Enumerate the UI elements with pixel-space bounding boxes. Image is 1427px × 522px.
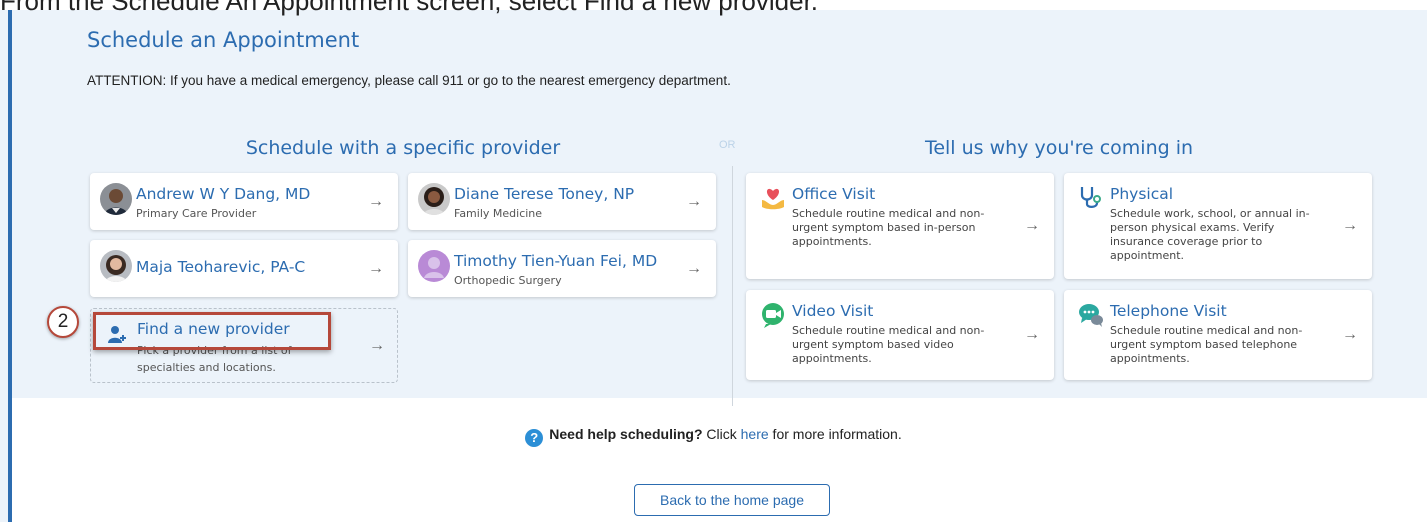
avatar — [100, 250, 132, 282]
arrow-right-icon: → — [368, 192, 384, 210]
video-camera-icon — [760, 302, 786, 328]
avatar — [100, 183, 132, 215]
provider-card-maja-teoharevic[interactable]: Maja Teoharevic, PA-C → — [90, 240, 398, 297]
provider-role: Orthopedic Surgery — [454, 274, 562, 287]
provider-card-andrew-dang[interactable]: Andrew W Y Dang, MD Primary Care Provide… — [90, 173, 398, 230]
arrow-right-icon: → — [1024, 326, 1040, 343]
visit-card-video[interactable]: Video Visit Schedule routine medical and… — [746, 290, 1054, 380]
visit-card-office[interactable]: Office Visit Schedule routine medical an… — [746, 173, 1054, 279]
stethoscope-icon — [1078, 185, 1104, 211]
provider-name: Andrew W Y Dang, MD — [136, 185, 311, 203]
find-new-provider-label: Find a new provider — [137, 320, 290, 338]
arrow-right-icon: → — [368, 259, 384, 277]
visit-description: Schedule routine medical and non-urgent … — [792, 207, 985, 249]
visit-description: Schedule work, school, or annual in-pers… — [1110, 207, 1310, 263]
provider-name: Timothy Tien-Yuan Fei, MD — [454, 252, 658, 270]
specific-provider-heading: Schedule with a specific provider — [245, 137, 561, 159]
arrow-right-icon: → — [369, 336, 385, 354]
arrow-right-icon: → — [1024, 217, 1040, 234]
help-text: Click — [702, 426, 741, 442]
provider-role: Primary Care Provider — [136, 207, 257, 220]
provider-name: Diane Terese Toney, NP — [454, 185, 635, 203]
or-label: OR — [719, 139, 736, 151]
visit-name: Office Visit — [792, 185, 876, 203]
find-new-provider-description: Pick a provider from a list of specialti… — [137, 344, 292, 374]
arrow-right-icon: → — [686, 259, 702, 277]
arrow-right-icon: → — [1342, 217, 1358, 234]
provider-role: Family Medicine — [454, 207, 543, 220]
help-line: ? Need help scheduling? Click here for mo… — [0, 426, 1427, 447]
avatar — [418, 183, 450, 215]
visit-description: Schedule routine medical and non-urgent … — [1110, 324, 1303, 366]
visit-description: Schedule routine medical and non-urgent … — [792, 324, 985, 366]
arrow-right-icon: → — [686, 192, 702, 210]
page-title: Schedule an Appointment — [87, 28, 360, 52]
section-divider — [732, 166, 733, 406]
emergency-notice: ATTENTION: If you have a medical emergen… — [87, 73, 731, 88]
question-icon: ? — [525, 429, 544, 447]
visit-name: Video Visit — [792, 302, 874, 320]
reason-heading: Tell us why you're coming in — [924, 137, 1194, 159]
avatar — [418, 250, 450, 282]
instruction-caption: From the Schedule An Appointment screen,… — [0, 0, 819, 16]
find-new-provider-card[interactable]: Find a new provider Pick a provider from… — [90, 308, 398, 383]
visit-name: Physical — [1110, 185, 1174, 203]
provider-card-diane-toney[interactable]: Diane Terese Toney, NP Family Medicine → — [408, 173, 716, 230]
heart-hand-icon — [760, 185, 786, 211]
provider-name: Maja Teoharevic, PA-C — [136, 258, 306, 276]
visit-card-physical[interactable]: Physical Schedule work, school, or annua… — [1064, 173, 1372, 279]
chat-bubbles-icon — [1078, 302, 1104, 328]
back-to-home-button[interactable]: Back to the home page — [634, 484, 830, 516]
help-here-link[interactable]: here — [741, 426, 769, 442]
add-person-icon — [107, 325, 127, 345]
help-bold-text: Need help scheduling? — [549, 426, 703, 442]
help-text-tail: for more information. — [768, 426, 902, 442]
step-number-badge: 2 — [47, 306, 79, 338]
arrow-right-icon: → — [1342, 326, 1358, 343]
visit-card-telephone[interactable]: Telephone Visit Schedule routine medical… — [1064, 290, 1372, 380]
visit-name: Telephone Visit — [1110, 302, 1227, 320]
provider-card-timothy-fei[interactable]: Timothy Tien-Yuan Fei, MD Orthopedic Sur… — [408, 240, 716, 297]
